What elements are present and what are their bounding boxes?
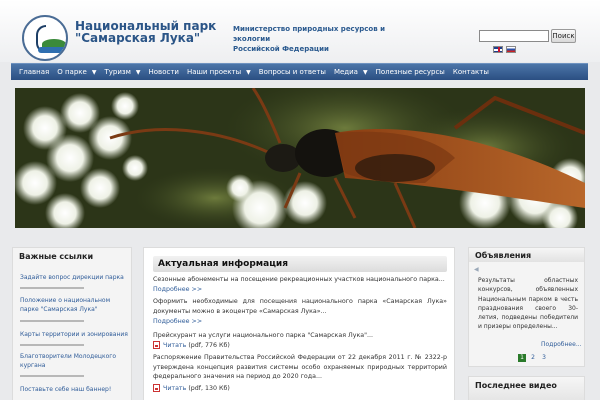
link-park-regulation[interactable]: Положение о национальном парке "Самарска… [20,296,130,314]
park-logo-icon[interactable] [22,15,68,61]
header: Национальный парк "Самарская Лука" Минис… [0,0,600,62]
important-links-panel: Важные ссылки Задайте вопрос дирекции па… [12,247,132,400]
news-panel: Актуальная информация Сезонные абонемент… [143,247,455,400]
nav-item-label: Главная [19,68,50,76]
latest-video-title: Последнее видео [475,381,557,390]
english-flag-icon[interactable] [493,46,503,53]
announcements-panel: Объявления ◀ Результаты областных конкур… [468,247,585,367]
nav-item-label: Контакты [452,68,489,76]
site-title[interactable]: Национальный парк "Самарская Лука" [75,20,216,44]
pager-page-3[interactable]: 3 [540,354,548,362]
search-button[interactable]: Поиск [551,29,576,43]
logo-water [38,47,66,53]
link-kurgan-benefactors[interactable]: Благотворители Молодецкого кургана [20,352,130,370]
doc-item-2: Читать (pdf, 130 Кб) [153,384,230,392]
news-item-1: Сезонные абонементы на посещение рекреац… [153,276,445,283]
more-link-2[interactable]: Подробнее >> [153,318,202,325]
nav-item-label: О парке [57,68,87,76]
dropdown-arrow-icon: ▼ [362,68,368,76]
pdf-icon [153,384,160,392]
ministry-line1: Министерство природных ресурсов и эколог… [233,25,386,43]
dropdown-arrow-icon: ▼ [246,68,251,76]
nav-item-label: Туризм [104,68,131,76]
russian-flag-icon[interactable] [506,46,516,53]
announcements-title: Объявления [469,248,584,262]
link-ask-question[interactable]: Задайте вопрос дирекции парка [20,273,130,282]
announcement-pager: 1 2 3 [518,354,551,362]
nav-item-label: Наши проекты [186,68,242,76]
nav-item-2[interactable]: Туризм ▼ [104,68,140,76]
prev-arrow-icon[interactable]: ◀ [474,266,480,273]
news-item-4: Распоряжение Правительства Российской Фе… [153,354,447,380]
doc-info-2: (pdf, 130 Кб) [188,384,230,392]
dropdown-arrow-icon: ▼ [135,68,141,76]
news-item-3: Прейскурант на услуги национального парк… [153,332,374,339]
nav-item-label: Полезные ресурсы [375,68,445,76]
latest-video-panel: Последнее видео [468,376,585,400]
read-link-1[interactable]: Читать [163,342,186,349]
nav-item-7[interactable]: Полезные ресурсы [376,68,445,76]
nav-item-3[interactable]: Новости [149,68,179,76]
nav-item-label: Медиа [333,68,358,76]
nav-item-1[interactable]: О парке ▼ [57,68,96,76]
read-link-2[interactable]: Читать [163,385,186,392]
doc-item-1: Читать (pdf, 776 Кб) [153,341,230,349]
nav-item-5[interactable]: Вопросы и ответы [259,68,326,76]
nav-item-label: Вопросы и ответы [258,68,326,76]
news-panel-title: Актуальная информация [153,256,447,272]
announcement-more-link[interactable]: Подробнее... [541,341,582,348]
banner-photo [15,88,585,228]
pager-page-1[interactable]: 1 [518,354,526,362]
nav-item-8[interactable]: Контакты [453,68,489,76]
nav-item-0[interactable]: Главная [19,68,49,76]
nav-item-label: Новости [148,68,179,76]
more-link-1[interactable]: Подробнее >> [153,286,202,293]
link-separator [20,344,84,346]
nav-item-6[interactable]: Медиа ▼ [334,68,368,76]
link-separator [20,375,84,377]
link-banner[interactable]: Поставьте себе наш баннер! [20,385,130,394]
news-item-2: Оформить необходимые для посещения нацио… [153,298,447,315]
banner-image [15,88,585,228]
ministry-line2: Российской Федерации [233,45,329,53]
site-title-line2: "Самарская Лука" [75,31,201,45]
ministry-link[interactable]: Министерство природных ресурсов и эколог… [233,24,403,54]
search-input[interactable] [479,30,549,42]
pdf-icon [153,341,160,349]
link-territory-maps[interactable]: Карты территории и зонирования [20,330,130,339]
link-separator [20,287,84,289]
important-links-title: Важные ссылки [19,252,94,261]
nav-item-4[interactable]: Наши проекты ▼ [187,68,251,76]
main-nav: Главная О парке ▼ Туризм ▼ Новости Наши проект… [11,63,588,80]
link-separator [20,320,84,322]
doc-info-1: (pdf, 776 Кб) [188,341,230,349]
announcement-text: Результаты областных конкурсов, объявлен… [478,277,578,331]
pager-page-2[interactable]: 2 [529,354,537,362]
dropdown-arrow-icon: ▼ [91,68,97,76]
